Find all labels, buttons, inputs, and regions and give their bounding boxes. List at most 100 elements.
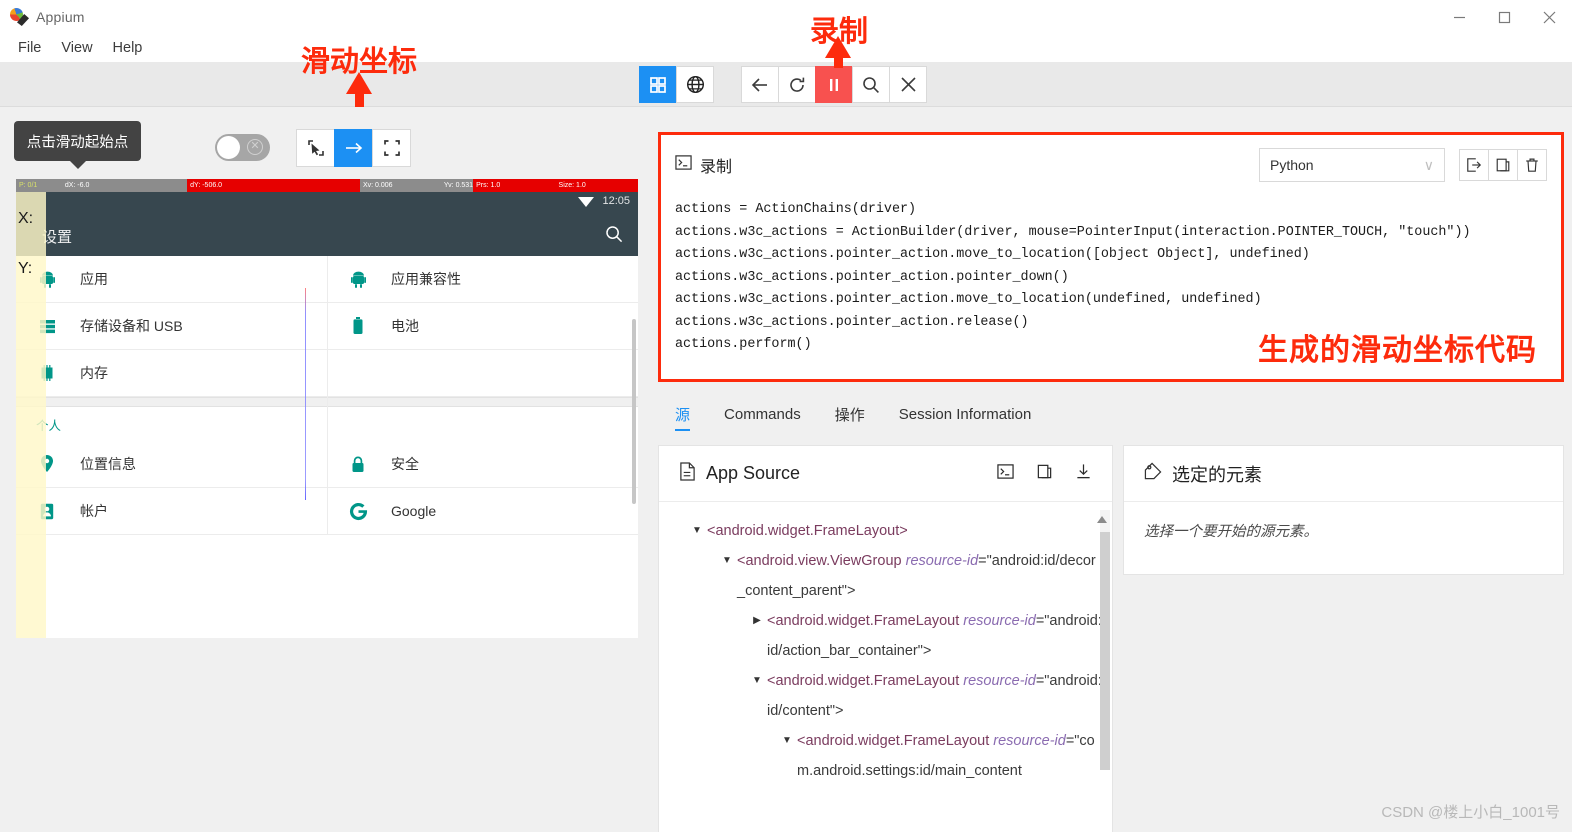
menu-item-view[interactable]: View (51, 38, 102, 58)
screenshot-refresh-toggle[interactable]: ✕ (215, 134, 270, 161)
google-g-icon (347, 502, 369, 521)
pause-recording-button[interactable] (815, 66, 853, 103)
pointer-debug-size: Size: 1.0 (555, 179, 638, 192)
caret-down-icon[interactable]: ▼ (777, 726, 797, 756)
terminal-icon[interactable] (997, 463, 1014, 485)
refresh-button[interactable] (778, 66, 816, 103)
device-scrollbar[interactable] (632, 319, 636, 504)
language-select-value: Python (1270, 157, 1314, 173)
minimize-icon[interactable] (1437, 0, 1482, 34)
settings-item-accounts[interactable]: 帐户 (16, 488, 327, 534)
settings-row[interactable]: 内存 (16, 350, 638, 397)
language-select[interactable]: Python ∨ (1259, 148, 1445, 182)
tree-node-tag: <android.widget.FrameLayout> (707, 523, 908, 539)
app-source-title: App Source (679, 461, 800, 486)
tree-node-attr: resource-id (963, 673, 1036, 689)
selected-element-title-text: 选定的元素 (1172, 464, 1262, 485)
caret-down-icon[interactable]: ▼ (717, 546, 737, 576)
select-element-button[interactable] (296, 129, 335, 167)
settings-item-label: 存储设备和 USB (80, 318, 183, 334)
inspector-pane: 录制 Python ∨ actions = ActionChains(drive… (652, 107, 1572, 832)
app-source-tree-container[interactable]: ▼ <android.widget.FrameLayout> ▼ <androi… (659, 502, 1112, 786)
search-icon[interactable] (604, 224, 624, 244)
interaction-mode-group (296, 129, 411, 167)
tab-actions[interactable]: 操作 (818, 397, 882, 431)
search-button[interactable] (852, 66, 890, 103)
session-actions-group (741, 66, 927, 103)
settings-item-location[interactable]: 位置信息 (16, 441, 327, 487)
close-icon[interactable] (1527, 0, 1572, 34)
caret-down-icon[interactable]: ▼ (747, 666, 767, 696)
menu-item-file[interactable]: File (8, 38, 51, 58)
settings-item-label: 位置信息 (80, 456, 136, 472)
show-boilerplate-button[interactable] (1459, 149, 1489, 181)
tree-node[interactable]: ▼ <android.widget.FrameLayout resource-i… (669, 726, 1102, 786)
title-bar: Appium (0, 0, 1572, 34)
settings-item-label: 应用兼容性 (391, 271, 461, 287)
back-button[interactable] (741, 66, 779, 103)
annotation-generated-code: 生成的滑动坐标代码 (1258, 334, 1537, 367)
watermark: CSDN @楼上小白_1001号 (1381, 804, 1560, 821)
recorder-header: 录制 Python ∨ (661, 135, 1561, 195)
appium-logo-icon (10, 8, 29, 26)
tree-node-text: <android.view.ViewGroup resource-id="and… (737, 546, 1102, 606)
settings-item-google[interactable]: Google (327, 488, 638, 534)
scrollbar-thumb[interactable] (1100, 532, 1110, 770)
code-line: actions = ActionChains(driver) (675, 202, 917, 217)
maximize-icon[interactable] (1482, 0, 1527, 34)
settings-item-memory[interactable]: 内存 (16, 350, 327, 396)
pointer-debug-dy: dY: -506.0 (187, 179, 360, 192)
crop-frame-button[interactable] (372, 129, 411, 167)
tree-node[interactable]: ▼ <android.widget.FrameLayout resource-i… (669, 666, 1102, 726)
copy-source-button[interactable] (1036, 463, 1053, 485)
recorder-controls: Python ∨ (1259, 148, 1547, 182)
web-view-button[interactable] (676, 66, 714, 103)
device-screenshot[interactable]: P: 0/1 dX: -6.0 dY: -506.0 Xv: 0.006 Yv:… (16, 179, 638, 638)
settings-item-apps[interactable]: 应用 (16, 256, 327, 302)
caret-down-icon[interactable]: ▼ (687, 516, 707, 546)
settings-item-battery[interactable]: 电池 (327, 303, 638, 349)
download-source-button[interactable] (1075, 463, 1092, 485)
tree-node[interactable]: ▼ <android.widget.FrameLayout> (669, 516, 1102, 546)
settings-row[interactable]: 应用 应用兼容性 (16, 256, 638, 303)
app-source-header: App Source (659, 446, 1112, 502)
menu-item-help[interactable]: Help (103, 38, 153, 58)
selected-element-title: 选定的元素 (1144, 461, 1262, 487)
tab-source[interactable]: 源 (658, 397, 707, 431)
scroll-up-arrow-icon[interactable] (1097, 516, 1107, 523)
toggle-off-icon: ✕ (247, 139, 263, 155)
tab-session-information[interactable]: Session Information (882, 397, 1049, 431)
settings-item-empty (327, 350, 638, 396)
settings-item-app-compat[interactable]: 应用兼容性 (327, 256, 638, 302)
tree-node[interactable]: ▶ <android.widget.FrameLayout resource-i… (669, 606, 1102, 666)
inspector-toolbar (0, 62, 1572, 107)
android-app-bar: 设置 (16, 214, 638, 256)
tree-node-text: <android.widget.FrameLayout resource-id=… (767, 666, 1102, 726)
tag-icon (1144, 462, 1162, 485)
settings-row[interactable]: 存储设备和 USB 电池 (16, 303, 638, 350)
swipe-start-tooltip: 点击滑动起始点 (14, 121, 141, 169)
tree-node-tag: <android.widget.FrameLayout (767, 613, 960, 629)
code-line: actions.w3c_actions.pointer_action.move_… (675, 247, 1310, 262)
caret-right-icon[interactable]: ▶ (747, 606, 767, 636)
toggle-knob (217, 136, 240, 159)
clear-actions-button[interactable] (1517, 149, 1547, 181)
tree-node-text: <android.widget.FrameLayout resource-id=… (797, 726, 1102, 786)
recorder-title-text: 录制 (700, 159, 733, 176)
tree-node-tag: <android.view.ViewGroup (737, 553, 902, 569)
code-line: actions.w3c_actions.pointer_action.point… (675, 269, 1069, 285)
android-app-title: 设置 (42, 229, 73, 246)
settings-row[interactable]: 位置信息 安全 (16, 441, 638, 488)
tree-node[interactable]: ▼ <android.view.ViewGroup resource-id="a… (669, 546, 1102, 606)
code-line: actions.w3c_actions = ActionBuilder(driv… (675, 224, 1471, 240)
settings-row[interactable]: 帐户 Google (16, 488, 638, 535)
swipe-mode-button[interactable] (334, 129, 373, 167)
close-session-button[interactable] (889, 66, 927, 103)
tab-commands[interactable]: Commands (707, 397, 818, 431)
source-tree-scrollbar[interactable] (1097, 510, 1110, 770)
settings-item-label: 内存 (80, 365, 108, 381)
settings-item-security[interactable]: 安全 (327, 441, 638, 487)
settings-item-storage[interactable]: 存储设备和 USB (16, 303, 327, 349)
grid-view-button[interactable] (639, 66, 677, 103)
copy-code-button[interactable] (1488, 149, 1518, 181)
